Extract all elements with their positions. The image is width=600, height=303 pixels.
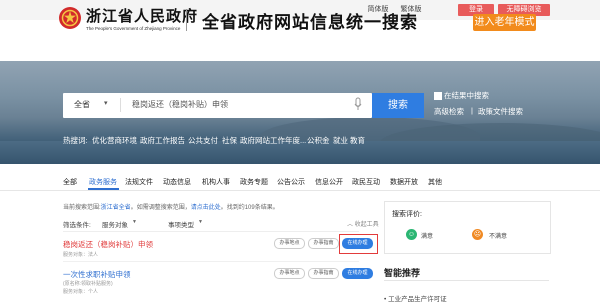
tab-government-services[interactable]: 政务服务	[89, 177, 117, 187]
evaluation-title: 搜索评价:	[392, 211, 422, 218]
hot-search-item[interactable]: 公共支付	[188, 135, 218, 146]
filter-divider	[63, 231, 359, 232]
matter-type-filter[interactable]: 事项类型	[168, 219, 194, 229]
hot-search-item[interactable]: 政府网站工作年度...	[240, 135, 306, 146]
result-service-target: 服务对象：法人	[63, 252, 99, 258]
chevron-down-icon[interactable]: ▾	[104, 99, 108, 107]
link-separator: |	[471, 106, 473, 115]
search-scope-info: 当前搜索范围:浙江省全省。如需调整搜索范围，请点击此处。找到约109条结果。	[63, 202, 279, 211]
online-apply-button[interactable]: 在线办理	[342, 268, 373, 279]
tab-regulations[interactable]: 法规文件	[125, 177, 153, 187]
scope-value: 浙江省全省	[100, 205, 131, 211]
result-divider	[63, 261, 359, 262]
header-divider	[186, 9, 187, 31]
hot-search-item[interactable]: 公积金	[307, 135, 330, 146]
policy-search-link[interactable]: 政策文件搜索	[478, 106, 523, 117]
search-scope-divider	[120, 98, 121, 112]
service-guide-button[interactable]: 办事指南	[308, 268, 339, 279]
search-in-results-label[interactable]: 在结果中搜索	[444, 90, 489, 101]
page-title: 全省政府网站信息统一搜索	[202, 13, 418, 32]
result-service-target: 服务对象：个人	[63, 289, 99, 295]
tab-divider	[0, 190, 600, 191]
search-button[interactable]: 搜索	[372, 93, 424, 118]
satisfied-face-icon[interactable]: ☺	[406, 229, 417, 240]
filter-label: 筛选条件:	[63, 222, 91, 229]
change-scope-link[interactable]: 请点击此处	[191, 205, 221, 211]
smart-recommendation-title: 智能推荐	[384, 268, 421, 278]
collapse-tools-button[interactable]: ︿ 收起工具	[347, 219, 379, 228]
hot-search-item[interactable]: 政府工作报告	[140, 135, 185, 146]
unsatisfied-face-icon[interactable]: ☹	[472, 229, 483, 240]
scope-suffix: 。找到约109条结果。	[220, 205, 279, 211]
result-title[interactable]: 稳岗返还（稳岗补贴）申领	[63, 239, 153, 250]
hot-search-item[interactable]: 教育	[350, 135, 365, 146]
chevron-up-icon: ︿	[347, 222, 355, 228]
office-location-button[interactable]: 办事地点	[274, 238, 305, 249]
service-target-filter[interactable]: 服务对象	[102, 219, 128, 229]
scope-middle: 。如需调整搜索范围，	[130, 205, 191, 211]
collapse-tools-label: 收起工具	[354, 222, 379, 228]
advanced-search-link[interactable]: 高级检索	[434, 106, 464, 117]
office-location-button[interactable]: 办事地点	[274, 268, 305, 279]
logo-chinese-text[interactable]: 浙江省人民政府	[86, 5, 198, 26]
satisfied-label[interactable]: 满意	[421, 231, 433, 240]
logo-english-text: The People's Government of Zhejiang Prov…	[86, 26, 181, 31]
tab-personnel[interactable]: 机构人事	[202, 177, 230, 187]
recommendation-item[interactable]: • 工业产品生产许可证	[384, 293, 447, 303]
hot-search-item[interactable]: 优化营商环境	[92, 135, 137, 146]
chevron-down-icon[interactable]: ▼	[132, 219, 137, 225]
search-scope-select[interactable]: 全省	[74, 99, 90, 110]
highlight-annotation-box	[339, 234, 378, 254]
unsatisfied-label[interactable]: 不满意	[489, 231, 507, 240]
tab-other[interactable]: 其他	[428, 177, 442, 187]
result-title[interactable]: 一次性求职补贴申领	[63, 269, 131, 280]
microphone-icon[interactable]	[354, 96, 362, 114]
result-former-name: (原名称:领取补贴服务)	[63, 281, 113, 287]
hot-search-item[interactable]: 就业	[333, 135, 348, 146]
tab-all[interactable]: 全部	[63, 177, 77, 187]
hot-search-label: 热搜词:	[63, 136, 88, 145]
search-in-results-checkbox[interactable]	[434, 92, 442, 100]
tab-special-topics[interactable]: 政务专题	[240, 177, 268, 187]
tab-interaction[interactable]: 政民互动	[352, 177, 380, 187]
scope-prefix: 当前搜索范围:	[63, 205, 101, 211]
tab-open-data[interactable]: 数据开放	[390, 177, 418, 187]
elder-mode-button[interactable]: 进入老年模式	[473, 14, 536, 31]
tab-news[interactable]: 动态信息	[163, 177, 191, 187]
smart-divider	[384, 280, 549, 281]
tab-announcements[interactable]: 公告公示	[277, 177, 305, 187]
chevron-down-icon[interactable]: ▼	[198, 219, 203, 225]
service-guide-button[interactable]: 办事指南	[308, 238, 339, 249]
national-emblem-icon	[59, 7, 81, 29]
search-input[interactable]: 稳岗返还（稳岗补贴）申领	[132, 99, 228, 110]
active-tab-indicator	[88, 188, 119, 190]
tab-information-disclosure[interactable]: 信息公开	[315, 177, 343, 187]
hot-search-item[interactable]: 社保	[222, 135, 237, 146]
